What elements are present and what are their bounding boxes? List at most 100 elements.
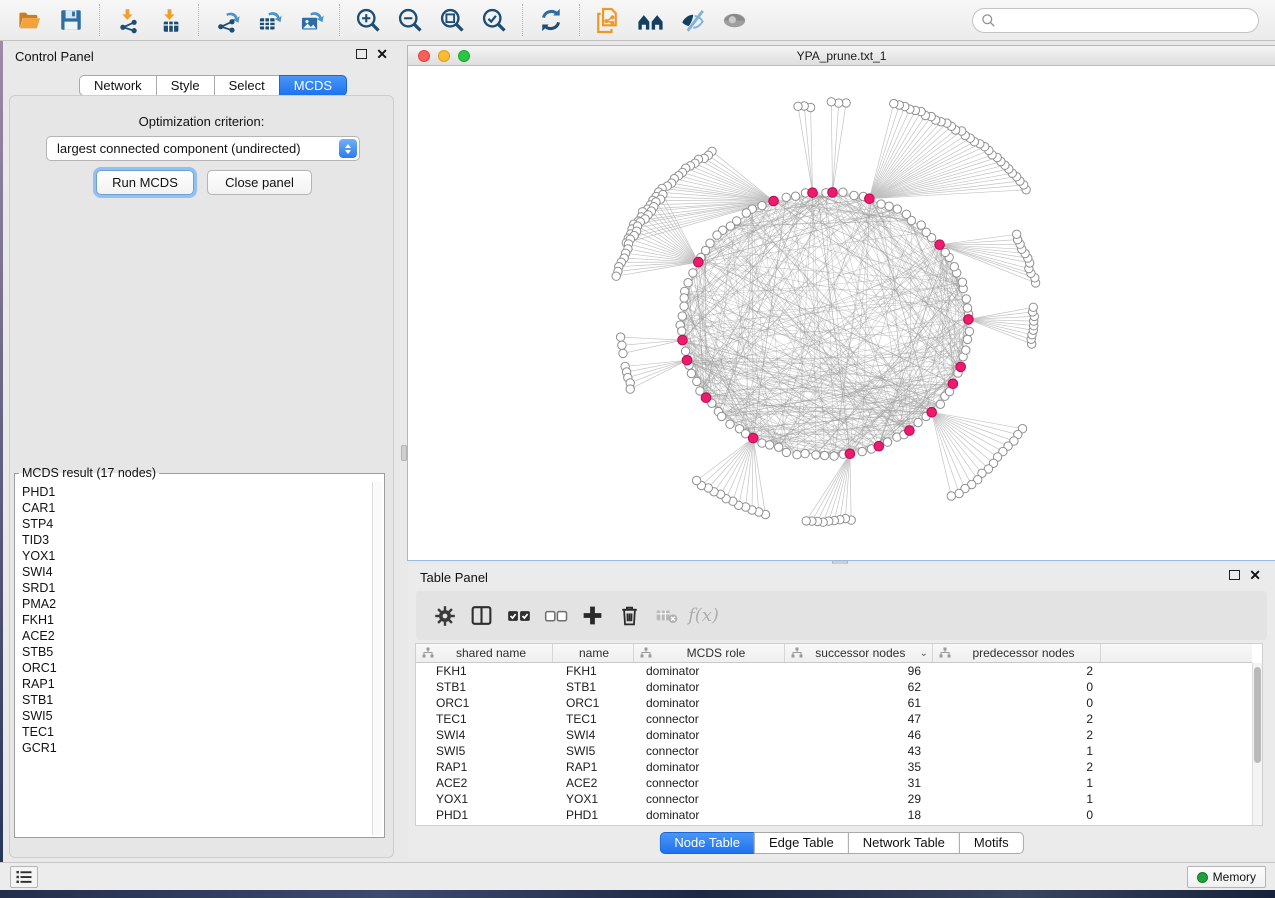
select-all-button[interactable] bbox=[500, 598, 537, 634]
mcds-result-item[interactable]: STB5 bbox=[22, 644, 371, 660]
tab-style[interactable]: Style bbox=[156, 75, 215, 96]
cell-mcds-role[interactable]: connector bbox=[634, 791, 785, 807]
float-panel-icon[interactable] bbox=[1229, 570, 1240, 580]
tab-motifs[interactable]: Motifs bbox=[959, 832, 1024, 854]
table-row[interactable]: YOX1 YOX1 connector 29 1 bbox=[416, 791, 1252, 807]
table-row[interactable]: ACE2 ACE2 connector 31 1 bbox=[416, 775, 1252, 791]
network-window-titlebar[interactable]: YPA_prune.txt_1 bbox=[408, 46, 1275, 66]
cell-mcds-role[interactable]: dominator bbox=[634, 663, 785, 679]
cell-shared-name[interactable]: ACE2 bbox=[416, 775, 553, 791]
table-row[interactable]: SWI5 SWI5 connector 43 1 bbox=[416, 743, 1252, 759]
table-row[interactable]: PHD1 PHD1 dominator 18 0 bbox=[416, 807, 1252, 823]
cell-successor-nodes[interactable]: 29 bbox=[785, 791, 933, 807]
cell-predecessor-nodes[interactable]: 1 bbox=[933, 791, 1101, 807]
column-header-name[interactable]: name bbox=[553, 644, 634, 662]
column-header-successor-nodes[interactable]: successor nodes ⌄ bbox=[785, 644, 933, 662]
cell-predecessor-nodes[interactable]: 2 bbox=[933, 759, 1101, 775]
add-column-button[interactable] bbox=[574, 598, 611, 634]
delete-column-button[interactable] bbox=[611, 598, 648, 634]
cell-name[interactable]: TEC1 bbox=[553, 711, 634, 727]
mcds-list-scrollbar[interactable] bbox=[372, 482, 382, 835]
mcds-result-item[interactable]: SWI5 bbox=[22, 708, 371, 724]
cell-predecessor-nodes[interactable]: 2 bbox=[933, 727, 1101, 743]
cell-shared-name[interactable]: STB1 bbox=[416, 679, 553, 695]
scrollbar-thumb[interactable] bbox=[1254, 667, 1261, 763]
zoom-selected-button[interactable] bbox=[473, 2, 515, 38]
cell-name[interactable]: SWI4 bbox=[553, 727, 634, 743]
cell-shared-name[interactable]: YOX1 bbox=[416, 791, 553, 807]
open-file-button[interactable] bbox=[8, 2, 50, 38]
zoom-fit-button[interactable] bbox=[431, 2, 473, 38]
cell-predecessor-nodes[interactable]: 1 bbox=[933, 775, 1101, 791]
export-image-button[interactable] bbox=[290, 2, 332, 38]
close-panel-button[interactable]: Close panel bbox=[207, 170, 312, 195]
table-vertical-scrollbar[interactable] bbox=[1252, 663, 1262, 825]
cell-successor-nodes[interactable]: 31 bbox=[785, 775, 933, 791]
tab-node-table[interactable]: Node Table bbox=[659, 832, 755, 854]
mcds-result-item[interactable]: SRD1 bbox=[22, 580, 371, 596]
cell-shared-name[interactable]: TEC1 bbox=[416, 711, 553, 727]
tab-select[interactable]: Select bbox=[214, 75, 280, 96]
tab-edge-table[interactable]: Edge Table bbox=[754, 832, 849, 854]
show-all-button[interactable] bbox=[713, 2, 755, 38]
cell-name[interactable]: FKH1 bbox=[553, 663, 634, 679]
mcds-result-item[interactable]: TEC1 bbox=[22, 724, 371, 740]
mcds-result-item[interactable]: GCR1 bbox=[22, 740, 371, 756]
cell-mcds-role[interactable]: connector bbox=[634, 775, 785, 791]
save-button[interactable] bbox=[50, 2, 92, 38]
cell-shared-name[interactable]: ORC1 bbox=[416, 695, 553, 711]
cell-shared-name[interactable]: RAP1 bbox=[416, 759, 553, 775]
mcds-result-item[interactable]: PMA2 bbox=[22, 596, 371, 612]
mcds-result-item[interactable]: CAR1 bbox=[22, 500, 371, 516]
cell-successor-nodes[interactable]: 43 bbox=[785, 743, 933, 759]
cell-mcds-role[interactable]: dominator bbox=[634, 807, 785, 823]
cell-name[interactable]: SWI5 bbox=[553, 743, 634, 759]
cell-name[interactable]: STB1 bbox=[553, 679, 634, 695]
zoom-out-button[interactable] bbox=[389, 2, 431, 38]
import-table-button[interactable] bbox=[149, 2, 191, 38]
zoom-in-button[interactable] bbox=[347, 2, 389, 38]
mcds-result-item[interactable]: TID3 bbox=[22, 532, 371, 548]
mcds-result-item[interactable]: SWI4 bbox=[22, 564, 371, 580]
task-history-button[interactable] bbox=[10, 866, 38, 888]
cell-name[interactable]: ACE2 bbox=[553, 775, 634, 791]
search-box[interactable] bbox=[972, 8, 1259, 33]
mcds-result-list[interactable]: PHD1CAR1STP4TID3YOX1SWI4SRD1PMA2FKH1ACE2… bbox=[17, 482, 371, 835]
column-header-shared-name[interactable]: shared name bbox=[416, 644, 553, 662]
cell-mcds-role[interactable]: dominator bbox=[634, 695, 785, 711]
export-network-button[interactable] bbox=[206, 2, 248, 38]
mcds-result-item[interactable]: ACE2 bbox=[22, 628, 371, 644]
network-canvas[interactable] bbox=[408, 66, 1275, 560]
cell-name[interactable]: ORC1 bbox=[553, 695, 634, 711]
table-row[interactable]: ORC1 ORC1 dominator 61 0 bbox=[416, 695, 1252, 711]
cell-name[interactable]: PHD1 bbox=[553, 807, 634, 823]
memory-button[interactable]: Memory bbox=[1187, 866, 1266, 888]
optimization-criterion-select[interactable]: largest connected component (undirected) bbox=[46, 136, 360, 161]
cell-mcds-role[interactable]: dominator bbox=[634, 759, 785, 775]
cell-predecessor-nodes[interactable]: 2 bbox=[933, 663, 1101, 679]
duplicate-network-button[interactable] bbox=[587, 2, 629, 38]
mcds-result-item[interactable]: ORC1 bbox=[22, 660, 371, 676]
refresh-button[interactable] bbox=[530, 2, 572, 38]
cell-name[interactable]: RAP1 bbox=[553, 759, 634, 775]
splitter-handle[interactable] bbox=[401, 445, 407, 461]
mcds-result-item[interactable]: RAP1 bbox=[22, 676, 371, 692]
float-panel-icon[interactable] bbox=[356, 49, 367, 59]
deselect-all-button[interactable] bbox=[537, 598, 574, 634]
table-row[interactable]: FKH1 FKH1 dominator 96 2 bbox=[416, 663, 1252, 679]
mcds-result-item[interactable]: STP4 bbox=[22, 516, 371, 532]
mcds-result-item[interactable]: FKH1 bbox=[22, 612, 371, 628]
cell-shared-name[interactable]: SWI4 bbox=[416, 727, 553, 743]
cell-predecessor-nodes[interactable]: 0 bbox=[933, 695, 1101, 711]
search-input[interactable] bbox=[996, 13, 1250, 27]
cell-shared-name[interactable]: FKH1 bbox=[416, 663, 553, 679]
close-panel-icon[interactable]: ✕ bbox=[376, 49, 388, 59]
vertical-splitter[interactable] bbox=[400, 41, 408, 862]
cell-name[interactable]: YOX1 bbox=[553, 791, 634, 807]
mcds-result-item[interactable]: PHD1 bbox=[22, 484, 371, 500]
cell-predecessor-nodes[interactable]: 1 bbox=[933, 743, 1101, 759]
cell-successor-nodes[interactable]: 18 bbox=[785, 807, 933, 823]
table-row[interactable]: STB1 STB1 dominator 62 0 bbox=[416, 679, 1252, 695]
cell-shared-name[interactable]: PHD1 bbox=[416, 807, 553, 823]
table-settings-button[interactable] bbox=[426, 598, 463, 634]
